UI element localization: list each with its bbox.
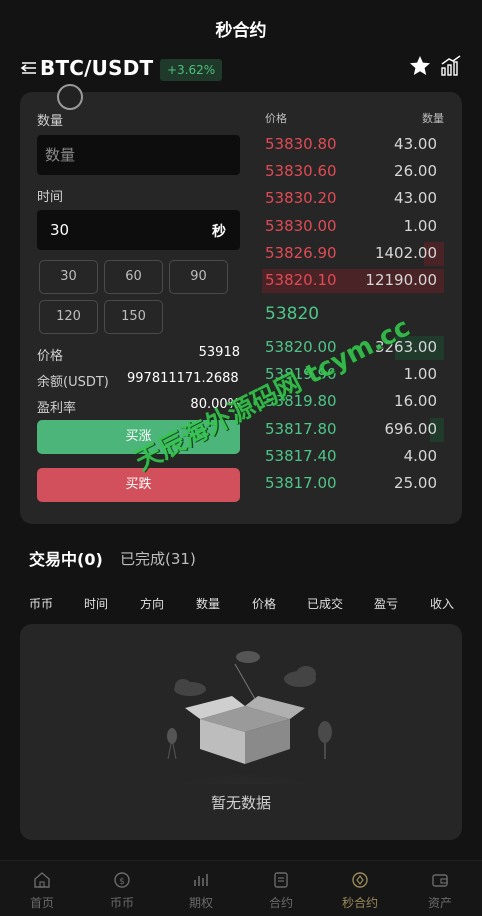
svg-text:$: $ <box>119 877 125 887</box>
options-icon <box>194 874 208 886</box>
ask-price: 53830.20 <box>265 189 337 208</box>
bid-price: 53820.00 <box>265 338 337 356</box>
time-option-30[interactable]: 30 <box>39 260 98 294</box>
nav-item-spot[interactable]: $ 币币 <box>82 861 162 916</box>
ask-quantity: 12190.00 <box>365 271 437 289</box>
page-title: 秒合约 <box>215 21 267 41</box>
price-value: 53918 <box>198 345 240 360</box>
empty-state-panel: 暂无数据 <box>20 624 462 840</box>
ask-price: 53830.60 <box>265 162 337 181</box>
bid-row[interactable]: 53819.90 1.00 <box>262 361 444 388</box>
time-value: 30 <box>50 221 70 239</box>
ask-quantity: 43.00 <box>394 189 437 208</box>
bid-quantity: 3263.00 <box>374 338 437 356</box>
last-price: 53820 <box>265 304 320 324</box>
empty-box-illustration <box>140 651 350 784</box>
column-header-pnl: 盈亏 <box>374 597 399 611</box>
nav-item-home[interactable]: 首页 <box>2 861 82 916</box>
tab-in-progress[interactable]: 交易中(0) <box>29 546 103 570</box>
nav-item-assets[interactable]: 资产 <box>400 861 480 916</box>
bid-quantity: 4.00 <box>403 446 437 465</box>
time-option-120[interactable]: 120 <box>39 300 98 334</box>
trading-pair[interactable]: BTC/USDT <box>40 56 153 80</box>
time-label: 时间 <box>37 190 64 205</box>
star-icon[interactable] <box>408 54 432 78</box>
profit-rate-label: 盈利率 <box>37 401 77 416</box>
nav-label-second-contract: 秒合约 <box>341 896 378 910</box>
ask-quantity: 26.00 <box>394 162 437 181</box>
ask-price: 53830.00 <box>265 216 337 235</box>
balance-label: 余额(USDT) <box>37 375 109 390</box>
bid-row[interactable]: 53820.00 3263.00 <box>262 334 444 361</box>
nav-label-options: 期权 <box>188 896 213 910</box>
ask-price: 53830.80 <box>265 135 337 153</box>
buy-down-button[interactable]: 买跌 <box>37 468 240 502</box>
nav-item-contract[interactable]: 合约 <box>241 861 321 916</box>
time-field[interactable]: 30 秒 <box>37 210 240 250</box>
quantity-input[interactable] <box>37 135 240 175</box>
column-header-quantity: 数量 <box>196 597 221 611</box>
nav-item-second-contract[interactable]: 秒合约 <box>320 861 400 916</box>
chart-icon[interactable] <box>440 55 462 77</box>
time-unit: 秒 <box>212 224 226 240</box>
orderbook-qty-header: 数量 <box>422 112 444 125</box>
bid-quantity: 1.00 <box>403 365 437 384</box>
bid-price: 53819.80 <box>265 392 337 411</box>
ask-price: 53826.90 <box>265 243 337 262</box>
ask-row[interactable]: 53830.00 1.00 <box>262 213 444 240</box>
ask-row[interactable]: 53830.60 26.00 <box>262 158 444 185</box>
bottom-navigation: 首页 $ 币币 期权 合约 秒合约 资产 <box>0 860 482 916</box>
quantity-field[interactable] <box>37 135 240 175</box>
ask-row[interactable]: 53826.90 1402.00 <box>262 240 444 267</box>
column-header-pair: 币币 <box>29 597 54 611</box>
bid-quantity: 696.00 <box>384 419 438 438</box>
ask-row[interactable]: 53830.20 43.00 <box>262 185 444 212</box>
floating-assist-button[interactable] <box>57 84 83 110</box>
back-arrow-icon[interactable] <box>20 60 38 76</box>
coin-icon: $ <box>114 872 130 888</box>
bid-quantity: 16.00 <box>394 392 437 411</box>
price-label: 价格 <box>37 349 64 364</box>
bid-price: 53819.90 <box>265 365 337 384</box>
ask-quantity: 43.00 <box>394 135 437 153</box>
bid-row[interactable]: 53817.00 25.00 <box>262 470 444 497</box>
bid-row[interactable]: 53819.80 16.00 <box>262 388 444 415</box>
nav-label-assets: 资产 <box>427 896 452 910</box>
home-icon <box>34 872 50 888</box>
nav-item-options[interactable]: 期权 <box>161 861 241 916</box>
column-header-filled: 已成交 <box>307 597 344 611</box>
time-option-60[interactable]: 60 <box>104 260 163 294</box>
column-header-price: 价格 <box>252 597 277 611</box>
bid-price: 53817.80 <box>265 419 337 438</box>
ask-quantity: 1.00 <box>403 216 437 235</box>
bid-row[interactable]: 53817.80 696.00 <box>262 416 444 443</box>
nav-label-spot: 币币 <box>109 896 134 910</box>
ask-row[interactable]: 53820.10 12190.00 <box>262 267 444 294</box>
column-header-income: 收入 <box>430 597 455 611</box>
balance-value: 997811171.2688 <box>127 371 239 386</box>
column-header-time: 时间 <box>84 597 109 611</box>
nav-label-contract: 合约 <box>268 896 293 910</box>
time-option-90[interactable]: 90 <box>169 260 228 294</box>
wallet-icon <box>432 874 448 887</box>
time-option-150[interactable]: 150 <box>104 300 163 334</box>
nav-label-home: 首页 <box>29 896 54 910</box>
ask-row[interactable]: 53830.80 43.00 <box>262 131 444 158</box>
ask-price: 53820.10 <box>265 271 337 289</box>
ask-quantity: 1402.00 <box>374 243 437 262</box>
buy-up-button[interactable]: 买涨 <box>37 420 240 454</box>
contract-icon <box>274 872 288 888</box>
bid-price: 53817.00 <box>265 474 337 492</box>
price-change-badge: +3.62% <box>160 59 223 81</box>
bid-row[interactable]: 53817.40 4.00 <box>262 443 444 470</box>
tab-completed[interactable]: 已完成(31) <box>120 548 196 569</box>
bid-quantity: 25.00 <box>394 474 437 492</box>
bid-price: 53817.40 <box>265 446 337 465</box>
column-header-direction: 方向 <box>140 597 165 611</box>
profit-rate-value: 80.00% <box>190 397 240 412</box>
quantity-label: 数量 <box>37 114 64 129</box>
second-contract-icon <box>352 872 368 888</box>
empty-state-text: 暂无数据 <box>210 794 271 812</box>
orderbook-price-header: 价格 <box>265 112 287 125</box>
